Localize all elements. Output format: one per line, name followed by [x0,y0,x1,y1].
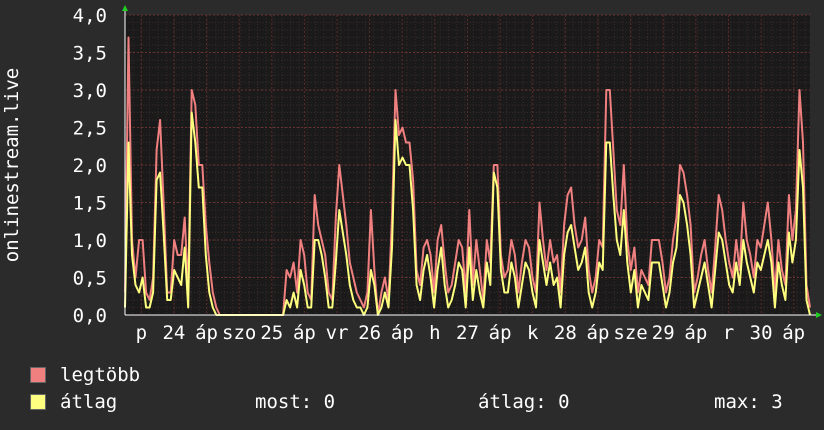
legend-swatch-max [30,367,46,383]
x-tick-label: áp [587,322,610,344]
x-tick-label: 27 [456,322,479,344]
y-axis-label: onlinestream.live [1,68,23,262]
x-tick-label: k [527,322,539,344]
legend-label-avg: átlag [60,391,118,413]
x-tick-label: 29 [652,322,675,344]
legend-item-max: legtöbb [30,364,140,386]
x-tick-label: áp [391,322,414,344]
x-tick-label: szo [222,322,256,344]
x-tick-label: r [723,322,734,344]
x-tick-label: áp [684,322,707,344]
x-tick-label: áp [195,322,218,344]
x-axis-arrow [816,312,822,318]
x-tick-label: vr [326,322,349,344]
y-tick-label: 3,0 [73,80,107,102]
x-tick-label: áp [782,322,805,344]
x-tick-label: áp [293,322,316,344]
y-tick-label: 4,0 [73,5,107,27]
y-tick-label: 2,0 [73,155,107,177]
x-tick-label: 30 [750,322,773,344]
legend-swatch-avg [30,394,46,410]
y-tick-label: 1,5 [73,193,107,215]
x-tick-label: 26 [358,322,381,344]
y-tick-label: 0,0 [73,305,107,327]
stat-current: most: 0 [255,391,336,413]
x-tick-label: 28 [554,322,577,344]
x-tick-label: h [429,322,440,344]
x-tick-label: sze [613,322,647,344]
y-tick-label: 3,5 [73,43,107,65]
x-tick-label: 24 [162,322,185,344]
legend-label-max: legtöbb [60,364,141,386]
stat-average: átlag: 0 [478,391,570,413]
y-axis-arrow [122,5,128,11]
x-tick-label: 25 [260,322,283,344]
stat-max: max: 3 [714,391,783,413]
x-tick-label: p [136,322,147,344]
y-tick-label: 0,5 [73,268,107,290]
y-tick-label: 1,0 [73,230,107,252]
y-tick-label: 2,5 [73,118,107,140]
legend-item-avg: átlag [30,391,117,413]
x-tick-label: áp [489,322,512,344]
